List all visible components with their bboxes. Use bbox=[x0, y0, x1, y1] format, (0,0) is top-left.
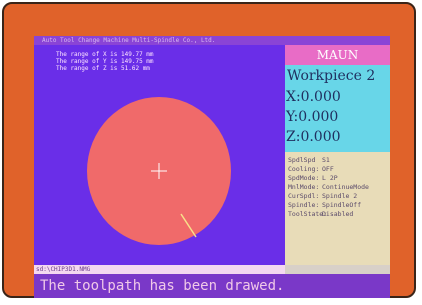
mode-header: MAUN bbox=[285, 45, 390, 65]
coordinate-panel: Workpiece 2 X:0.000 Y:0.000 Z:0.000 bbox=[285, 65, 390, 152]
z-coordinate: Z:0.000 bbox=[286, 129, 341, 145]
status-row-cooling: Cooling: OFF bbox=[288, 165, 334, 173]
range-z-text: The range of Z is 51.62 mm bbox=[56, 65, 150, 72]
path-bar-filler bbox=[285, 265, 390, 274]
toolpath-disc bbox=[87, 97, 231, 245]
status-message: The toolpath has been drawed. bbox=[34, 274, 390, 298]
file-path: sd:\CHIP3D1.NMG bbox=[34, 265, 285, 274]
status-row-spindle: Spindle: SpindleOff bbox=[288, 201, 362, 209]
toolpath-canvas[interactable]: The range of X is 149.77 mm The range of… bbox=[34, 45, 285, 265]
workpiece-label: Workpiece 2 bbox=[287, 68, 376, 84]
status-row-speed-mode: SpdMode: L 2P bbox=[288, 174, 338, 182]
range-y-text: The range of Y is 149.75 mm bbox=[56, 58, 154, 65]
x-coordinate: X:0.000 bbox=[286, 89, 341, 105]
range-x-text: The range of X is 149.77 mm bbox=[56, 51, 154, 58]
status-row-spindle-speed: SpdlSpd S1 bbox=[288, 156, 330, 164]
controller-screen: Auto Tool Change Machine Multi-Spindle C… bbox=[34, 36, 390, 298]
status-row-tool-state: ToolState:Disabled bbox=[288, 210, 354, 218]
status-panel: MAUN Workpiece 2 X:0.000 Y:0.000 Z:0.000… bbox=[285, 45, 390, 265]
y-coordinate: Y:0.000 bbox=[286, 109, 339, 125]
window-title: Auto Tool Change Machine Multi-Spindle C… bbox=[34, 36, 390, 45]
status-row-manual-mode: MnlMode: ContinueMode bbox=[288, 183, 369, 191]
status-row-current-spindle: CurSpdl: Spindle 2 bbox=[288, 192, 358, 200]
machine-status-list: SpdlSpd S1 Cooling: OFF SpdMode: L 2P MnlMo… bbox=[285, 152, 390, 265]
